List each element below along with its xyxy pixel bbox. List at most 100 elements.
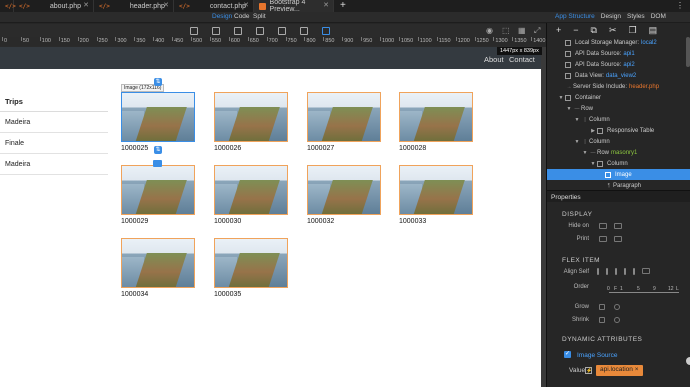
gallery-item[interactable]: 1000034 [121, 238, 195, 298]
tree-row[interactable]: API Data Source: api1 [547, 48, 690, 59]
gallery-item[interactable]: 1000033 [399, 165, 473, 225]
collapse-icon[interactable]: ▶ [589, 128, 597, 134]
close-icon[interactable]: ✕ [243, 1, 249, 9]
resize-icon[interactable] [599, 304, 605, 310]
tab-bootstrap-preview[interactable]: Bootstrap 4 Preview... ✕ [254, 0, 334, 13]
tab-header[interactable]: </> header.php ✕ [94, 0, 174, 12]
list-item[interactable]: Madeira [0, 154, 108, 175]
fullscreen-icon[interactable]: ⤢ [534, 27, 542, 35]
desktop-icon[interactable] [300, 27, 308, 35]
tab-styles[interactable]: Styles [627, 13, 645, 20]
order-slider[interactable]: 0 F 1 5 9 12 L [607, 286, 681, 296]
tree-row[interactable]: ▼ — Row masonry1 [547, 147, 690, 158]
paste-icon[interactable]: ▤ [649, 25, 658, 35]
expand-icon[interactable]: ▼ [565, 106, 573, 112]
close-icon[interactable]: × [635, 366, 639, 373]
duplicate-icon[interactable]: ⧉ [591, 25, 597, 35]
mode-design[interactable]: Design [212, 13, 232, 20]
mode-split[interactable]: Split [253, 13, 266, 20]
gallery-image[interactable] [307, 92, 381, 142]
gallery-image[interactable] [121, 238, 195, 288]
tree-row[interactable]: ▼ — Row [547, 103, 690, 114]
align-stretch-icon[interactable] [633, 268, 635, 275]
gallery-image[interactable] [121, 165, 195, 215]
expand-icon[interactable]: ▼ [573, 139, 581, 145]
tree-row[interactable]: ▶ Responsive Table [547, 125, 690, 136]
move-down-icon[interactable]: ⇅ [154, 146, 162, 154]
align-end-icon[interactable] [615, 268, 617, 275]
gallery-item[interactable]: 1000030 [214, 165, 288, 225]
gallery-item[interactable]: 1000028 [399, 92, 473, 152]
tree-row[interactable]: ▼ Column [547, 158, 690, 169]
move-up-icon[interactable]: ⇅ [154, 78, 162, 86]
tree-row[interactable]: ▼ | Column [547, 114, 690, 125]
nav-link-contact[interactable]: Contact [509, 55, 535, 64]
align-start-icon[interactable] [597, 268, 599, 275]
phone-icon[interactable] [190, 27, 198, 35]
slider-track[interactable] [609, 292, 679, 293]
gallery-image[interactable] [214, 165, 288, 215]
eye-slash-icon[interactable] [614, 223, 622, 229]
gallery-image[interactable] [214, 238, 288, 288]
tab-design[interactable]: Design [601, 13, 621, 20]
nav-link-about[interactable]: About [484, 55, 504, 64]
gallery-item[interactable]: 1000025 [121, 92, 195, 152]
gallery-item[interactable]: 1000035 [214, 238, 288, 298]
gallery-image[interactable] [307, 165, 381, 215]
close-icon[interactable]: ✕ [83, 1, 89, 9]
gallery-image[interactable] [399, 165, 473, 215]
expand-icon[interactable]: ▼ [557, 95, 565, 101]
remove-icon[interactable] [642, 268, 650, 274]
add-tab-icon[interactable]: + [340, 0, 346, 12]
list-item[interactable]: Madeira [0, 112, 108, 133]
remove-icon[interactable] [614, 317, 620, 323]
align-baseline-icon[interactable] [624, 268, 626, 275]
list-item[interactable]: Finale [0, 133, 108, 154]
expand-icon[interactable]: ▼ [589, 161, 597, 167]
cut-icon[interactable]: ✂ [609, 25, 617, 35]
image-source-checkbox[interactable]: ✓ [564, 351, 571, 358]
copy-icon[interactable]: ❐ [629, 25, 637, 35]
expand-icon[interactable]: ▼ [573, 117, 581, 123]
laptop-icon[interactable] [278, 27, 286, 35]
eye-icon[interactable]: ◉ [486, 27, 494, 35]
gallery-item[interactable]: 1000032 [307, 165, 381, 225]
align-center-icon[interactable] [606, 268, 608, 275]
value-chip[interactable]: api.location × [596, 365, 643, 376]
tree-row[interactable]: API Data Source: api2 [547, 59, 690, 70]
gallery-item[interactable]: 1000026 [214, 92, 288, 152]
tablet-icon[interactable] [234, 27, 242, 35]
gallery-item[interactable]: 1000027 [307, 92, 381, 152]
expand-icon[interactable]: ▼ [581, 150, 589, 156]
tree-row[interactable]: Local Storage Manager: local2 [547, 37, 690, 48]
tree-row[interactable]: ▼ Container [547, 92, 690, 103]
dynamic-data-icon[interactable]: ⚡ [585, 367, 592, 374]
close-icon[interactable]: ✕ [163, 1, 169, 9]
add-icon[interactable]: + [556, 25, 561, 35]
eye-icon[interactable] [599, 223, 607, 229]
tablet-landscape-icon[interactable] [256, 27, 264, 35]
delete-icon[interactable]: − [573, 25, 578, 35]
phone-landscape-icon[interactable] [212, 27, 220, 35]
image-settings-icon[interactable] [153, 160, 162, 167]
close-icon[interactable]: ✕ [323, 1, 329, 9]
resize-icon[interactable] [599, 317, 605, 323]
eye-icon[interactable] [599, 236, 607, 242]
properties-header[interactable]: Properties [547, 190, 690, 202]
tab-dom[interactable]: DOM [651, 13, 666, 20]
tab-app-structure[interactable]: App Structure [555, 13, 595, 20]
mode-code[interactable]: Code [234, 13, 250, 20]
tree-row[interactable]: Data View: data_view2 [547, 70, 690, 81]
tree-row[interactable]: → Server Side Include: header.php [547, 81, 690, 92]
tab-about[interactable]: </> about.php ✕ [14, 0, 94, 12]
tab-overflow[interactable]: </> [0, 0, 16, 12]
gallery-image[interactable] [214, 92, 288, 142]
fit-icon[interactable] [322, 27, 330, 35]
tree-row[interactable]: ▼ | Column [547, 136, 690, 147]
grid-icon[interactable]: ▦ [518, 27, 526, 35]
gallery-image[interactable] [399, 92, 473, 142]
tree-row-selected[interactable]: Image [547, 169, 690, 180]
bring-forward-icon[interactable]: ⬚ [502, 27, 510, 35]
help-icon[interactable] [686, 357, 690, 365]
tab-contact[interactable]: </> contact.php ✕ [174, 0, 254, 12]
